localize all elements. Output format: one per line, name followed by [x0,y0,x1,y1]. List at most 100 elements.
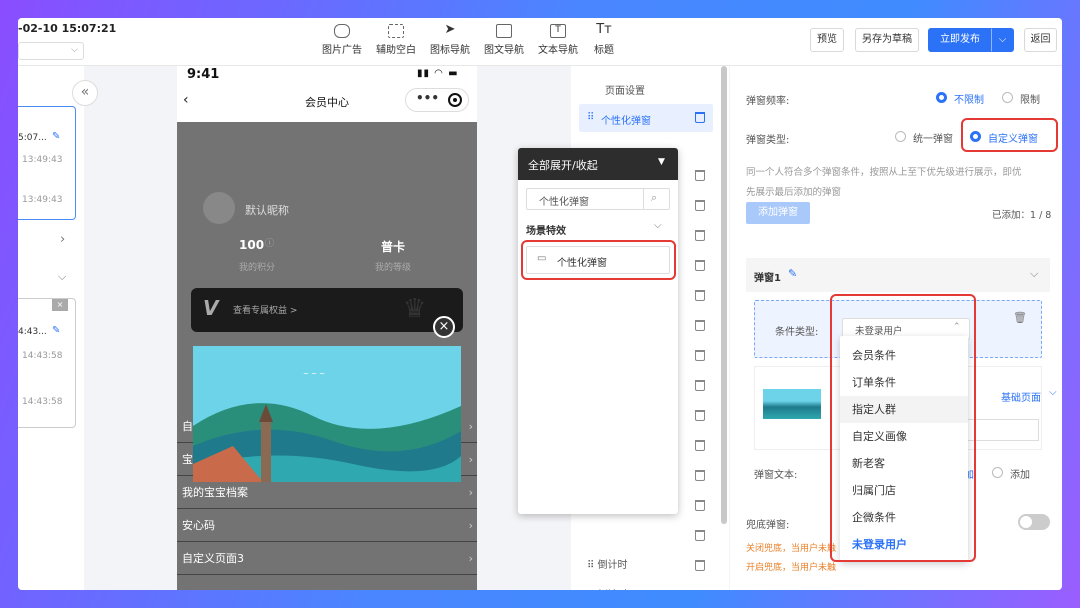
trash-icon[interactable] [695,380,705,391]
tool-blank[interactable]: 辅助空白 [368,24,424,56]
component-dropdown-panel: 全部展开/收起 ▼ 个性化弹窗 ⌕ 场景特效 ⌵ ▭ 个性化弹窗 [518,148,678,514]
popup-image[interactable]: ~ ~ ~ [193,346,461,482]
trash-icon[interactable] [695,260,705,271]
fallback-toggle[interactable] [1018,514,1050,530]
crown-icon: ♛ [403,294,427,324]
component-item[interactable]: ⠿ 倒计时 [587,586,628,590]
section-title: 场景特效 [526,226,566,237]
panel-search-input[interactable]: 个性化弹窗 ⌕ [526,188,670,210]
popup-thumbnail[interactable] [763,389,821,419]
vip-logo-icon: V [203,296,219,320]
status-icons: ▮▮ ◠ ▬ [417,68,459,79]
close-icon[interactable]: × [52,299,68,311]
chevron-right-icon[interactable]: › [60,232,65,247]
tool-image-ad[interactable]: 图片广告 [314,24,370,56]
chevron-down-icon[interactable]: ⌵ [1049,387,1057,398]
history-time: 4:43... [18,327,47,337]
edit-icon[interactable]: ✎ [788,267,797,280]
banner-text: 查看专属权益 > [233,306,298,316]
trash-icon[interactable] [695,290,705,301]
history-card[interactable]: × 4:43... ✎ 14:43:58 14:43:58 [18,298,76,428]
tool-title[interactable]: Tт 标题 [576,23,632,56]
tool-icon-nav[interactable]: ➤ 图标导航 [422,23,478,56]
menu-item[interactable]: 安心码 › [177,509,477,542]
chevron-right-icon: › [468,486,473,499]
trash-icon[interactable] [695,500,705,511]
fallback-label: 兜底弹窗: [746,520,790,531]
trash-icon[interactable] [695,230,705,241]
component-item[interactable]: ⠿ 倒计时 [587,556,628,571]
history-timestamp: 14:43:58 [22,397,63,407]
chevron-down-icon[interactable]: ⌵ [58,270,66,284]
chevron-down-icon: ⌵ [998,34,1007,45]
trash-icon[interactable] [695,320,705,331]
edit-icon[interactable]: ✎ [52,325,60,336]
trash-icon[interactable] [695,350,705,361]
preview-button[interactable]: 预览 [810,28,844,52]
trash-icon[interactable]: 🗑 [1013,311,1027,324]
menu-label: 宝 [182,453,193,466]
scrollbar[interactable] [721,66,727,524]
chevron-down-icon[interactable]: ⌵ [1030,267,1038,281]
more-icon[interactable]: ••• [416,91,439,105]
chevron-down-icon[interactable]: ⌵ [654,220,662,231]
drag-handle-icon[interactable]: ⠿ [587,112,594,123]
publish-dropdown-button[interactable]: ⌵ [991,28,1014,52]
history-panel: 5:07... ✎ 13:49:43 13:49:43 › ⌵ × 4:43..… [18,66,84,590]
base-page-link[interactable]: 基础页面 [1001,389,1041,404]
trash-icon[interactable] [695,440,705,451]
menu-item[interactable]: 自定义页面3 › [177,542,477,575]
image-text-icon [496,24,512,38]
trash-icon[interactable] [695,170,705,181]
publish-button[interactable]: 立即发布 [928,28,992,52]
chevron-right-icon: › [468,453,473,466]
highlight-box [961,118,1058,152]
popup-close-icon[interactable]: × [433,316,455,338]
date-select[interactable]: ⌵ [18,42,84,60]
save-draft-button[interactable]: 另存为草稿 [855,28,919,52]
back-arrow-icon[interactable]: ‹ [183,92,189,108]
avatar [203,192,235,224]
radio-limited-label: 限制 [1020,95,1040,106]
menu-label: 安心码 [182,519,215,532]
radio-unified[interactable] [895,131,906,142]
back-button[interactable]: 返回 [1024,28,1057,52]
radio-add[interactable] [992,467,1003,478]
capsule-menu[interactable]: ••• [405,88,469,112]
svg-text:~ ~ ~: ~ ~ ~ [303,370,325,378]
add-label: 添加 [1010,470,1030,481]
nickname: 默认昵称 [245,204,289,217]
tool-label: 辅助空白 [376,45,416,56]
trash-icon[interactable] [695,470,705,481]
trash-icon[interactable] [695,112,705,123]
component-label: 倒计时 [597,560,628,571]
panel-header[interactable]: 全部展开/收起 ▼ [518,148,678,180]
drag-handle-icon[interactable]: ⠿ [587,560,598,571]
tool-label: 图片广告 [322,45,362,56]
blank-icon [388,24,404,38]
trash-icon[interactable] [695,410,705,421]
component-item-active[interactable]: ⠿ 个性化弹窗 [579,104,713,132]
trash-icon[interactable] [695,560,705,571]
popup-accordion-header[interactable]: 弹窗1 ✎ ⌵ [746,258,1050,292]
collapse-icon[interactable]: « [72,80,98,106]
radio-unlimited[interactable] [936,92,947,103]
history-card[interactable]: 5:07... ✎ 13:49:43 13:49:43 [18,106,76,220]
tool-label: 图标导航 [430,45,470,56]
tool-image-text-nav[interactable]: 图文导航 [476,24,532,56]
history-timestamp: 14:43:58 [22,351,63,361]
note-on: 开启兜底，当用户未触 [746,563,837,573]
description-line: 先展示最后添加的弹窗 [746,187,842,198]
trash-icon[interactable] [695,200,705,211]
page-settings-link[interactable]: 页面设置 [605,82,645,97]
note-off: 关闭兜底，当用户未触 [746,544,837,554]
radio-limited[interactable] [1002,92,1013,103]
member-banner[interactable]: V 查看专属权益 > ♛ [191,288,463,332]
trash-icon[interactable] [695,530,705,541]
status-time: 9:41 [187,67,220,82]
search-icon[interactable]: ⌕ [651,191,657,205]
chevron-right-icon: › [468,552,473,565]
edit-icon[interactable]: ✎ [52,131,60,142]
add-popup-button[interactable]: 添加弹窗 [746,202,810,224]
close-mini-icon[interactable] [448,93,462,107]
